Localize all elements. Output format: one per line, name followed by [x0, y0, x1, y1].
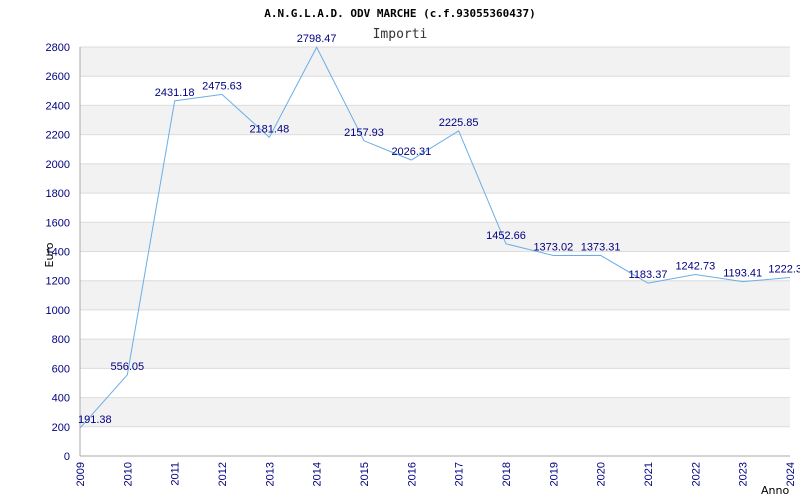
- x-tick-label: 2019: [548, 462, 560, 486]
- plot-band: [80, 134, 790, 164]
- y-tick-label: 2200: [46, 130, 70, 142]
- plot-band: [80, 47, 790, 77]
- data-label: 2431.18: [155, 87, 195, 99]
- plot-band: [80, 280, 790, 310]
- y-tick-label: 2800: [46, 42, 70, 54]
- data-label: 1242.73: [675, 260, 715, 272]
- y-tick-label: 2000: [46, 159, 70, 171]
- data-label: 2475.63: [202, 80, 242, 92]
- y-tick-label: 1200: [46, 276, 70, 288]
- x-axis-label: Anno: [761, 484, 789, 497]
- y-tick-label: 1000: [46, 305, 70, 317]
- plot-band: [80, 397, 790, 427]
- data-label: 2026.31: [391, 146, 431, 158]
- data-label: 556.05: [111, 361, 145, 373]
- data-label: 1183.37: [629, 269, 668, 281]
- data-label: 2225.85: [439, 117, 479, 129]
- plot-band: [80, 339, 790, 369]
- x-tick-label: 2010: [122, 462, 134, 486]
- x-tick-label: 2014: [312, 462, 324, 486]
- y-tick-label: 2400: [46, 100, 70, 112]
- y-tick-label: 1600: [46, 217, 70, 229]
- data-label: 1222.3: [768, 263, 800, 275]
- y-tick-label: 400: [52, 393, 70, 405]
- data-label: 2181.48: [249, 123, 289, 135]
- line-chart: 0200400600800100012001400160018002000220…: [43, 7, 800, 497]
- x-tick-label: 2021: [643, 462, 655, 486]
- plot-band: [80, 309, 790, 340]
- y-tick-label: 800: [52, 334, 70, 346]
- data-label: 191.38: [78, 414, 112, 426]
- x-tick-label: 2012: [217, 462, 229, 486]
- y-tick-label: 2600: [46, 71, 70, 83]
- x-tick-label: 2011: [170, 462, 182, 486]
- x-tick-label: 2013: [264, 462, 276, 486]
- x-tick-label: 2024: [785, 462, 797, 486]
- chart-subtitle: Importi: [373, 27, 428, 42]
- x-tick-label: 2023: [738, 462, 750, 486]
- x-tick-label: 2016: [406, 462, 418, 486]
- plot-band: [80, 222, 790, 252]
- data-label: 1373.31: [581, 241, 621, 253]
- x-tick-label: 2022: [690, 462, 702, 486]
- x-tick-label: 2017: [454, 462, 466, 486]
- x-tick-label: 2009: [75, 462, 87, 486]
- y-tick-label: 600: [52, 363, 70, 375]
- data-label: 1452.66: [486, 230, 526, 242]
- x-tick-label: 2015: [359, 462, 371, 486]
- data-label: 1193.41: [723, 268, 762, 280]
- data-label: 1373.02: [533, 241, 573, 253]
- y-tick-label: 1800: [46, 188, 70, 200]
- plot-band: [80, 426, 790, 456]
- x-tick-label: 2018: [501, 462, 513, 486]
- plot-band: [80, 105, 790, 135]
- x-tick-label: 2020: [596, 462, 608, 486]
- y-axis-label: Euro: [43, 242, 56, 267]
- data-label: 2798.47: [297, 33, 337, 45]
- plot-band: [80, 163, 790, 194]
- y-tick-label: 0: [64, 451, 70, 463]
- chart-title: A.N.G.L.A.D. ODV MARCHE (c.f.93055360437…: [264, 7, 536, 20]
- x-tick-labels: 2009 2010 2011 2012 2013 2014 2015 2016 2017 2018…: [75, 462, 797, 486]
- data-label: 2157.93: [344, 127, 384, 139]
- y-tick-label: 200: [52, 422, 70, 434]
- plot-band: [80, 368, 790, 398]
- plot-band: [80, 193, 790, 223]
